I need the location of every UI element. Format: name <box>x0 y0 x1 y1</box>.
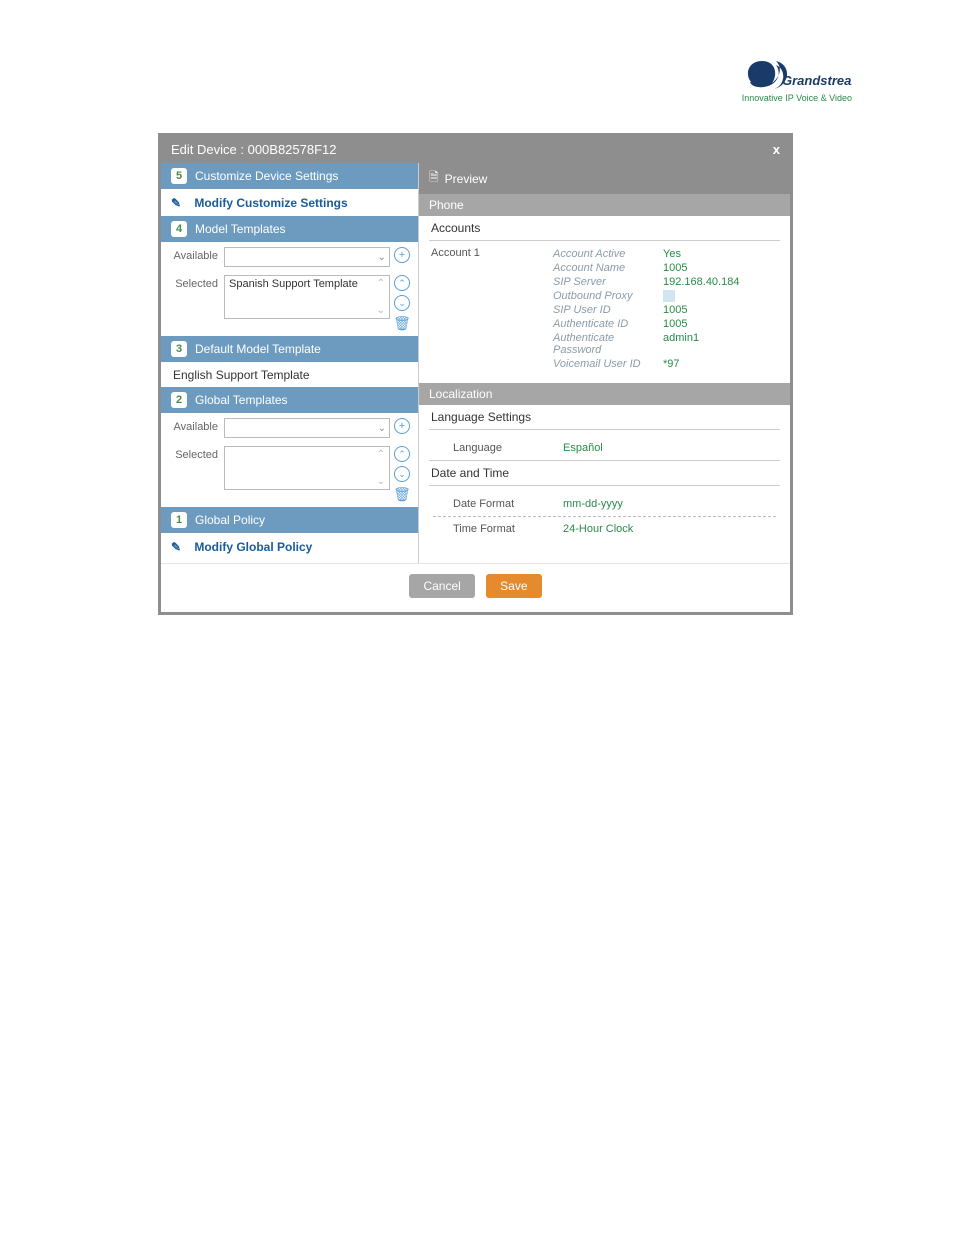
date-format-row: Date Format mm-dd-yyyy <box>433 492 776 517</box>
global-templates-header[interactable]: 2 Global Templates <box>161 387 418 414</box>
chevron-down-icon: ⌄ <box>378 423 386 434</box>
pencil-icon: ✎ <box>171 540 185 554</box>
language-row: Language Español <box>433 436 776 460</box>
kv-sip-user-id: SIP User ID1005 <box>541 303 778 317</box>
global-policy-header[interactable]: 1 Global Policy <box>161 507 418 534</box>
divider <box>429 485 780 486</box>
kv-account-active: Account ActiveYes <box>541 247 778 261</box>
modal-body: 5 Customize Device Settings ✎ Modify Cus… <box>161 163 790 563</box>
model-selected-label: Selected <box>169 275 224 290</box>
accounts-title: Accounts <box>419 216 790 240</box>
default-model-value: English Support Template <box>161 363 418 387</box>
model-available-select[interactable]: ⌄ <box>224 247 390 267</box>
localization-subheader: Localization <box>419 383 790 405</box>
modal-header: Edit Device : 000B82578F12 x <box>161 136 790 163</box>
modal-title: Edit Device : 000B82578F12 <box>171 142 337 157</box>
modify-global-policy-label: Modify Global Policy <box>194 540 312 554</box>
kv-auth-id: Authenticate ID1005 <box>541 317 778 331</box>
caret-up-icon: ⌃ <box>377 278 385 289</box>
divider <box>429 429 780 430</box>
model-selected-list[interactable]: Spanish Support Template ⌃ ⌄ <box>224 275 390 319</box>
preview-title: Preview <box>445 172 488 186</box>
add-global-template-button[interactable]: + <box>394 418 410 434</box>
date-time-title: Date and Time <box>419 461 790 485</box>
badge-5: 5 <box>171 168 187 184</box>
global-selected-row: Selected ⌃ ⌄ ⌃ ⌄ 🗑 <box>161 442 418 507</box>
global-templates-title: Global Templates <box>195 393 288 407</box>
brand-text: Grandstream <box>782 73 852 88</box>
chevron-down-icon: ⌄ <box>378 252 386 263</box>
grandstream-logo-icon: Grandstream <box>742 55 852 95</box>
modify-global-policy-link[interactable]: ✎ Modify Global Policy <box>161 534 418 560</box>
modify-customize-label: Modify Customize Settings <box>194 196 347 210</box>
close-icon[interactable]: x <box>773 142 780 157</box>
caret-down-icon: ⌄ <box>377 476 385 487</box>
move-up-button[interactable]: ⌃ <box>394 446 410 462</box>
global-available-row: Available ⌄ + <box>161 414 418 442</box>
delete-icon[interactable]: 🗑 <box>393 486 411 503</box>
move-down-button[interactable]: ⌄ <box>394 466 410 482</box>
brand-tagline: Innovative IP Voice & Video <box>742 93 852 103</box>
cancel-button[interactable]: Cancel <box>409 574 474 598</box>
phone-subheader: Phone <box>419 194 790 216</box>
left-column: 5 Customize Device Settings ✎ Modify Cus… <box>161 163 419 563</box>
modal-footer: Cancel Save <box>161 563 790 612</box>
global-available-label: Available <box>169 418 224 433</box>
global-selected-label: Selected <box>169 446 224 461</box>
model-templates-title: Model Templates <box>195 222 286 236</box>
add-model-template-button[interactable]: + <box>394 247 410 263</box>
brand-logo: Grandstream Innovative IP Voice & Video <box>742 55 852 103</box>
kv-auth-pw: Authenticate Passwordadmin1 <box>541 331 778 357</box>
model-selected-row: Selected Spanish Support Template ⌃ ⌄ ⌃ … <box>161 271 418 336</box>
caret-up-icon: ⌃ <box>377 449 385 460</box>
lang-settings-title: Language Settings <box>419 405 790 429</box>
default-model-title: Default Model Template <box>195 342 321 356</box>
time-format-row: Time Format 24-Hour Clock <box>433 517 776 541</box>
kv-sip-server: SIP Server192.168.40.184 <box>541 275 778 289</box>
global-policy-title: Global Policy <box>195 513 265 527</box>
badge-1: 1 <box>171 512 187 528</box>
caret-down-icon: ⌄ <box>377 305 385 316</box>
kv-account-name: Account Name1005 <box>541 261 778 275</box>
kv-voicemail-user: Voicemail User ID*97 <box>541 357 778 371</box>
model-available-label: Available <box>169 247 224 262</box>
save-button[interactable]: Save <box>486 574 541 598</box>
move-up-button[interactable]: ⌃ <box>394 275 410 291</box>
modify-customize-settings-link[interactable]: ✎ Modify Customize Settings <box>161 190 418 216</box>
model-available-row: Available ⌄ + <box>161 243 418 271</box>
preview-scroll[interactable]: 🗎 Preview Phone Accounts Account 1 Accou… <box>419 163 790 563</box>
preview-header: 🗎 Preview <box>419 163 790 194</box>
document-icon: 🗎 <box>429 168 439 189</box>
kv-outbound-proxy: Outbound Proxy <box>541 289 778 303</box>
account-1-label: Account 1 <box>431 247 541 371</box>
delete-icon[interactable]: 🗑 <box>393 315 411 332</box>
badge-2: 2 <box>171 392 187 408</box>
move-down-button[interactable]: ⌄ <box>394 295 410 311</box>
default-model-template-header[interactable]: 3 Default Model Template <box>161 336 418 363</box>
model-selected-item: Spanish Support Template <box>229 278 358 290</box>
customize-title: Customize Device Settings <box>195 169 338 183</box>
badge-4: 4 <box>171 221 187 237</box>
pencil-icon: ✎ <box>171 196 185 210</box>
global-selected-list[interactable]: ⌃ ⌄ <box>224 446 390 490</box>
model-templates-header[interactable]: 4 Model Templates <box>161 216 418 243</box>
global-available-select[interactable]: ⌄ <box>224 418 390 438</box>
right-column: 🗎 Preview Phone Accounts Account 1 Accou… <box>419 163 790 563</box>
customize-device-settings-header[interactable]: 5 Customize Device Settings <box>161 163 418 190</box>
edit-device-modal: Edit Device : 000B82578F12 x 5 Customize… <box>158 133 793 615</box>
badge-3: 3 <box>171 341 187 357</box>
